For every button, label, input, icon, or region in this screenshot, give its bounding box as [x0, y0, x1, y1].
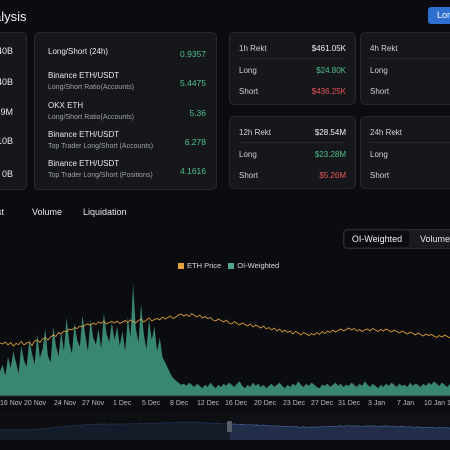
rekt-title: 12h Rekt: [239, 128, 272, 137]
x-tick-label: 31 Dec: [338, 400, 361, 407]
navigator-mask: [0, 413, 230, 440]
ls-row-value: 5.36: [189, 108, 206, 118]
rekt-short-value: $436.25K: [311, 87, 346, 96]
rekt-short-value: $5.26M: [319, 171, 346, 180]
toggle-volume-weighted[interactable]: Volume-: [420, 231, 450, 247]
ls-row-value: 0.9357: [180, 49, 206, 59]
x-tick-label: 1 Dec: [113, 400, 132, 407]
x-tick-label: 20 Nov: [24, 400, 47, 407]
ls-row-value: 5.4475: [180, 78, 206, 88]
x-tick-label: 7 Jan: [397, 400, 415, 407]
x-tick-label: 20 Dec: [254, 400, 277, 407]
page-title: alysis: [0, 9, 27, 24]
rekt-short-label: Short: [370, 87, 390, 96]
x-tick-label: 10 Jan: [424, 400, 446, 407]
ls-row-value: 4.1616: [180, 166, 206, 176]
divider: [370, 142, 450, 143]
rekt-short-label: Short: [239, 171, 259, 180]
x-tick-label: 27 Nov: [82, 400, 105, 407]
rekt-card-1h: 1h Rekt $461.05K Long $24.80K Short $436…: [229, 32, 356, 105]
rekt-title: 24h Rekt: [370, 128, 403, 137]
weighting-toggle: OI-Weighted Volume-: [343, 229, 450, 249]
oi-value-1: 40B: [0, 46, 13, 56]
ls-row: Long/Short (24h) 0.9357: [48, 47, 206, 59]
navigator-handle[interactable]: [227, 421, 232, 432]
oi-weighted-area: [0, 284, 450, 396]
x-tick-label: 24 Nov: [54, 400, 77, 407]
tab-volume[interactable]: Volume: [32, 207, 62, 217]
x-tick-label: 16 Dec: [225, 400, 248, 407]
tab-liquidation[interactable]: Liquidation: [83, 207, 127, 217]
x-tick-label: 8 Dec: [170, 400, 189, 407]
legend-price[interactable]: ETH Price: [187, 261, 221, 270]
time-range-navigator[interactable]: [0, 413, 450, 440]
legend-swatch-oi: [228, 263, 235, 270]
chart-legend: ETH Price OI-Weighted: [178, 261, 279, 270]
ls-row-sub: Top Trader Long/Short (Accounts): [48, 143, 154, 150]
rekt-card-12h: 12h Rekt $28.54M Long $23.28M Short $5.2…: [229, 116, 356, 189]
rekt-card-4h: 4h Rekt Long $ Short: [360, 32, 450, 105]
x-tick-label: 3 Jan: [368, 400, 386, 407]
divider: [239, 142, 346, 143]
oi-value-5: 0B: [1, 169, 13, 179]
rekt-title: 4h Rekt: [370, 44, 398, 53]
x-tick-label: 27 Dec: [311, 400, 334, 407]
rekt-card-24h: 24h Rekt $ Long Short: [360, 116, 450, 189]
long-short-button[interactable]: Lon: [428, 7, 450, 24]
x-tick-label: 16 Nov: [0, 400, 23, 407]
ls-row: Binance ETH/USDT Top Trader Long/Short (…: [48, 159, 206, 179]
rekt-total: $28.54M: [314, 128, 346, 137]
ls-row-value: 6.278: [184, 137, 206, 147]
ls-row: OKX ETH Long/Short Ratio(Accounts) 5.36: [48, 101, 206, 121]
rekt-long-label: Long: [239, 66, 257, 75]
x-tick-label: 12 Dec: [197, 400, 220, 407]
rekt-short-label: Short: [239, 87, 259, 96]
rekt-long-label: Long: [370, 66, 388, 75]
toggle-oi-weighted[interactable]: OI-Weighted: [345, 231, 409, 247]
legend-swatch-price: [178, 263, 184, 270]
ls-row: Binance ETH/USDT Long/Short Ratio(Accoun…: [48, 71, 206, 91]
open-interest-card: 40B 40B 39M 10B 0B: [0, 32, 27, 190]
tab-open-interest[interactable]: st: [0, 207, 4, 217]
rekt-long-label: Long: [239, 150, 257, 159]
ls-row: Binance ETH/USDT Top Trader Long/Short (…: [48, 130, 206, 150]
rekt-short-label: Short: [370, 171, 390, 180]
rekt-title: 1h Rekt: [239, 44, 267, 53]
divider: [239, 58, 346, 59]
oi-value-4: 10B: [0, 136, 13, 146]
oi-value-2: 40B: [0, 77, 13, 87]
funding-rate-chart: [0, 284, 450, 397]
rekt-long-value: $23.28M: [314, 150, 346, 159]
ls-row-sub: Long/Short Ratio(Accounts): [48, 114, 134, 121]
ls-row-name: OKX ETH: [48, 101, 84, 110]
oi-value-3: 39M: [0, 107, 13, 117]
rekt-total: $461.05K: [311, 44, 346, 53]
legend-oi[interactable]: OI-Weighted: [237, 261, 279, 270]
x-tick-label: 5 Dec: [142, 400, 161, 407]
rekt-long-label: Long: [370, 150, 388, 159]
long-short-card: Long/Short (24h) 0.9357 Binance ETH/USDT…: [34, 32, 217, 190]
rekt-long-value: $24.80K: [316, 66, 346, 75]
x-tick-label: 23 Dec: [283, 400, 306, 407]
divider: [370, 58, 450, 59]
ls-row-name: Binance ETH/USDT: [48, 130, 120, 139]
